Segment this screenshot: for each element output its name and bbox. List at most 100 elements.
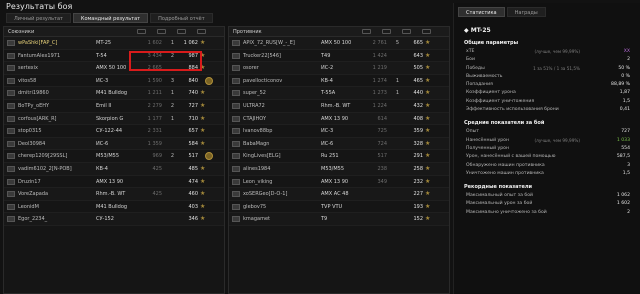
player-name: osorer [243,65,259,72]
tank-column-icon[interactable] [137,29,146,34]
kills-column-icon[interactable] [177,29,186,34]
xp-value: 474 [188,178,198,185]
table-row[interactable]: kmagamet T9 152 ★ [229,213,449,226]
xp-column-icon[interactable] [422,29,431,34]
table-row[interactable]: Leon_viking AMX 13 90 349 232 ★ [229,176,449,189]
stats-section-title: Средние показатели за бой [464,120,545,127]
table-row[interactable]: super_52 T-55A 1 273 1 440 ★ [229,87,449,100]
stat-label: Максимальный урон за бой [466,201,533,207]
table-row[interactable]: alines1984 M53/M55 238 258 ★ [229,162,449,176]
tank-type-icon [232,165,240,172]
tank-column-icon[interactable] [362,29,371,34]
table-row[interactable]: Ivanov88bp ИС-3 725 359 ★ [229,125,449,138]
table-row[interactable]: APIX_72_RUS[W_-_E] AMX 50 100 2 761 5 665 ★ [229,37,449,50]
table-row[interactable]: VoreZapada Rhm.-B. WT 425 460 ★ [4,188,224,201]
xp-value: 465 [413,77,423,84]
stat-value: 2 [627,209,630,215]
table-row[interactable]: BabaMagn ИС-6 724 328 ★ [229,137,449,151]
stats-row: Выживаемость 0 % [466,73,640,81]
table-row[interactable]: wPaShki[FAP_C] MT-25 1 602 1 1 062 ★ [4,37,224,50]
tab-awards[interactable]: Награды [506,7,546,17]
table-row[interactable]: xoSERGeo[D-O-1] AMX AC 48 227 ★ [229,188,449,201]
tank-type-icon [7,165,15,172]
table-row[interactable]: pavellocticonov КВ-4 1 274 1 465 ★ [229,75,449,88]
stats-row: хТЕ (лучше, чем 99,99%) XX [466,48,640,56]
table-row[interactable]: vitos58 ИС-3 1 590 3 840 [4,75,224,88]
stats-row: Уничтожено машин противника 1,5 [466,170,640,178]
kills-value: 3 [170,77,174,84]
damage-column-icon[interactable] [157,29,166,34]
stat-label: хТЕ [466,49,475,54]
table-row[interactable]: glebov75 TVP VTU 193 ★ [229,201,449,214]
table-row[interactable]: BoTPy_oEHY Emil II 2 279 2 727 ★ [4,100,224,113]
xp-value: 346 [188,216,198,223]
stats-row: Бои 2 [466,56,640,64]
star-icon: ★ [425,39,431,46]
player-name: cherep1209[29SSL] [18,153,68,160]
xp-value: 328 [413,140,423,147]
stat-value: 1 062 [616,193,630,199]
xp-value: 710 [188,115,198,122]
table-row[interactable]: Druzin17 AMX 13 90 474 ★ [4,176,224,189]
tab-team[interactable]: Командный результат [72,13,149,23]
table-row[interactable]: corfous[ARK_R] Skorpion G 1 177 1 710 ★ [4,112,224,126]
results-tabs: Личный результат Командный результат Под… [6,13,213,23]
xp-value: 1 062 [183,40,198,46]
kills-column-icon[interactable] [402,29,411,34]
table-row[interactable]: KingLives[ELG] Ru 251 517 291 ★ [229,150,449,163]
star-icon: ★ [425,101,431,109]
player-name: ULTRA72 [243,102,265,109]
player-name: corfous[ARK_R] [18,115,57,122]
tab-detailed[interactable]: Подробный отчёт [150,13,213,23]
table-row[interactable]: dmitri19860 M41 Bulldog 1 211 1 740 ★ [4,87,224,100]
star-icon: ★ [200,114,206,122]
table-row[interactable]: Egor_2234_ СУ-152 346 ★ [4,213,224,226]
medal-icon [205,152,213,161]
enemies-panel: Противник APIX_72_RUS[W_-_E] AMX 50 100 2 … [228,26,450,294]
kills-value: 1 [170,90,174,97]
player-name: pavellocticonov [243,77,283,84]
player-name: sertexix [18,65,38,72]
tank-type-icon [7,65,15,72]
table-row[interactable]: osorer ИС-2 1 219 505 ★ [229,62,449,75]
star-icon: ★ [425,152,431,160]
table-row[interactable]: vadim6102_2[N-POB] КВ-4 425 485 ★ [4,162,224,176]
table-row[interactable]: cherep1209[29SSL] M53/M55 969 2 517 [4,150,224,163]
damage-value: 1 590 [147,77,162,84]
tank-type-icon [232,65,240,72]
xp-value: 517 [188,153,198,160]
tank-type-icon [232,203,240,210]
tank-name: КВ-4 [321,77,333,84]
tab-personal[interactable]: Личный результат [6,13,71,23]
tab-statistics[interactable]: Статистика [458,7,505,17]
table-row[interactable]: Deol30984 ИС-6 1 359 584 ★ [4,137,224,151]
tank-name: КВ-4 [96,165,108,172]
damage-value: 517 [377,153,387,160]
stats-row: Коэффициент уничтожения 1,5 [466,98,640,106]
stats-tabs: Статистика Награды [458,7,640,17]
star-icon: ★ [425,51,431,59]
star-icon: ★ [425,177,431,185]
star-icon: ★ [200,177,206,185]
stats-row: Коэффициент урона 1,87 [466,89,640,97]
tank-name: M41 Bulldog [96,203,128,210]
tank-type-icon [7,40,15,46]
stat-value: 1,5 [622,98,630,104]
table-row[interactable]: LeonidM M41 Bulldog 403 ★ [4,201,224,214]
stat-label: Попадания [466,82,493,88]
tank-type-icon [7,216,15,223]
table-row[interactable]: ULTRA72 Rhm.-B. WT 1 224 432 ★ [229,100,449,113]
table-row[interactable]: stop0315 СУ-122-44 2 331 657 ★ [4,125,224,138]
table-row[interactable]: Trucker22[546] T49 1 424 643 ★ [229,50,449,63]
star-icon: ★ [425,64,431,72]
damage-value: 238 [377,165,387,172]
stat-value: 0,41 [619,107,630,113]
tank-name: Skorpion G [96,115,124,122]
tank-type-icon [7,115,15,122]
tank-name: ИС-2 [321,65,334,72]
table-row[interactable]: CTAJIHOY AMX 13 90 614 408 ★ [229,112,449,126]
damage-column-icon[interactable] [382,29,391,34]
tank-type-icon [232,115,240,122]
xp-column-icon[interactable] [197,29,206,34]
tank-name: M53/M55 [321,165,345,172]
